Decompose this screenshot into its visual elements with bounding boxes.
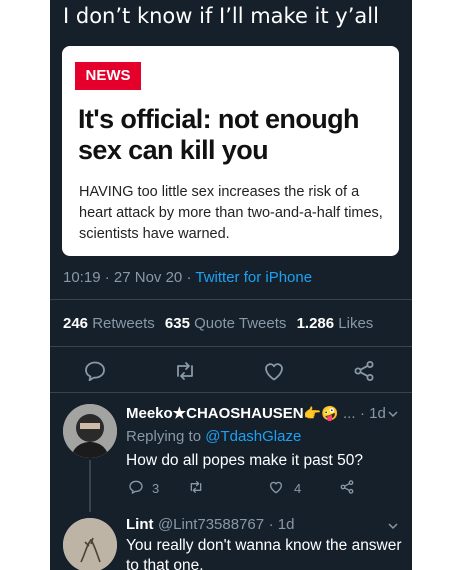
meta-separator: · — [186, 269, 192, 286]
reply-header: Meeko★CHAOSHAUSEN👉🤪 ... · 1d — [126, 404, 386, 423]
masked-person-avatar-icon — [63, 404, 117, 458]
retweet-icon[interactable] — [173, 359, 197, 383]
like-icon[interactable] — [268, 479, 284, 495]
tweet-text: I don’t know if I’ll make it y’all — [63, 4, 379, 28]
replying-to: Replying to @TdashGlaze — [126, 428, 301, 445]
reply-icon[interactable] — [128, 479, 144, 495]
likes-label: Likes — [338, 315, 374, 332]
retweets-count: 246 — [63, 315, 89, 332]
reply-handle[interactable]: @Lint73588767 — [158, 516, 264, 533]
retweets-stat[interactable]: 246 Retweets — [63, 315, 155, 332]
reply-author-name[interactable]: Meeko★CHAOSHAUSEN — [126, 405, 304, 422]
share-icon[interactable] — [339, 479, 355, 495]
thread-line — [89, 460, 91, 512]
reply-text: How do all popes make it past 50? — [126, 452, 363, 469]
emoji: 👉🤪 — [303, 405, 339, 421]
quotes-stat[interactable]: 635 Quote Tweets — [165, 315, 286, 332]
article-headline: It's official: not enough sex can kill y… — [78, 104, 360, 165]
divider — [50, 392, 412, 393]
avatar[interactable] — [63, 518, 117, 570]
share-icon[interactable] — [352, 359, 376, 383]
meta-separator: · — [104, 269, 110, 286]
reply-age: · 1d — [359, 405, 386, 422]
likes-count: 1.286 — [296, 315, 335, 332]
reply-count: 3 — [152, 481, 160, 496]
reply-text: You really don't wanna know the answer t… — [126, 537, 402, 570]
avatar[interactable] — [63, 404, 117, 458]
reply-author-name[interactable]: Lint — [126, 516, 154, 533]
article-body: HAVING too little sex increases the risk… — [79, 184, 383, 242]
replying-to-label: Replying to — [126, 428, 202, 445]
chevron-down-icon[interactable] — [387, 408, 399, 420]
reply-icon[interactable] — [83, 359, 107, 383]
tweet-date: 27 Nov 20 — [113, 269, 183, 286]
quotes-count: 635 — [164, 315, 190, 332]
replying-to-handle[interactable]: @TdashGlaze — [205, 428, 301, 445]
likes-stat[interactable]: 1.286 Likes — [297, 315, 374, 332]
divider — [50, 346, 412, 347]
tweet-time: 10:19 — [63, 269, 101, 286]
tweet-meta: 10:19 · 27 Nov 20 · Twitter for iPhone — [63, 269, 312, 286]
retweets-label: Retweets — [92, 315, 155, 332]
tweet-screen: I don’t know if I’ll make it y’all NEWS … — [50, 0, 412, 570]
quotes-label: Quote Tweets — [194, 315, 287, 332]
like-count: 4 — [294, 481, 302, 496]
chevron-down-icon[interactable] — [387, 520, 399, 532]
divider — [50, 299, 412, 300]
reply-age: · 1d — [268, 516, 295, 533]
tweet-stats: 246 Retweets 635 Quote Tweets 1.286 Like… — [63, 315, 373, 332]
retweet-icon[interactable] — [188, 479, 204, 495]
like-icon[interactable] — [262, 359, 286, 383]
reply-header: Lint @Lint73588767 · 1d — [126, 516, 294, 534]
news-tag: NEWS — [75, 62, 141, 90]
sketch-avatar-icon — [63, 518, 117, 570]
ellipsis: ... — [342, 405, 356, 422]
tweet-source-link[interactable]: Twitter for iPhone — [195, 269, 312, 286]
article-card[interactable]: NEWS It's official: not enough sex can k… — [62, 46, 399, 256]
